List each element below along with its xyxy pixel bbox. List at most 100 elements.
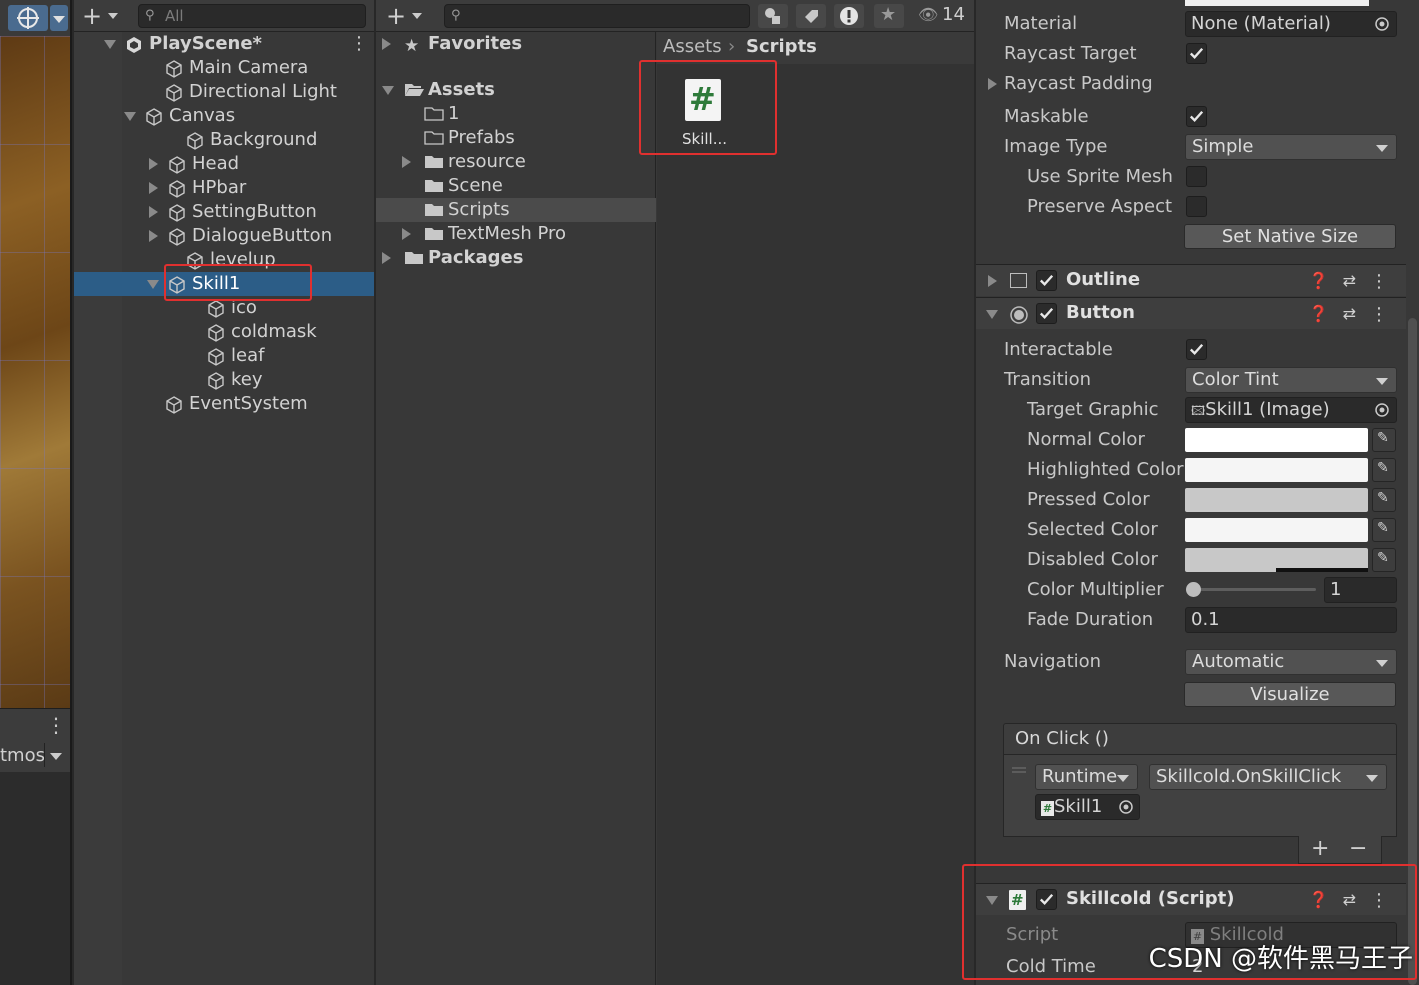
collapse-icon[interactable] [104,40,116,49]
add-object-button[interactable]: + [82,4,102,28]
collapse-icon[interactable] [147,280,159,289]
raycast-target-checkbox[interactable] [1186,43,1207,64]
gizmos-label[interactable]: tmos [0,745,45,766]
hierarchy-item[interactable]: leaf [74,344,374,368]
presets-icon[interactable]: ⇄ [1343,304,1356,325]
remove-event-button[interactable]: − [1349,836,1367,861]
hierarchy-item[interactable]: Head [74,152,374,176]
expand-icon[interactable] [149,206,158,218]
button-component-header[interactable]: Button ❓ ⇄ ⋮ [976,297,1406,329]
drag-handle[interactable] [1012,767,1026,769]
favorites-button[interactable]: ★ [874,4,904,28]
material-field[interactable]: None (Material) [1185,11,1397,37]
scene-view[interactable]: ⋮ tmos [0,0,72,985]
expand-icon[interactable] [149,158,158,170]
hierarchy-item[interactable]: key [74,368,374,392]
object-picker-icon[interactable] [1118,799,1134,815]
hierarchy-item[interactable]: SettingButton [74,200,374,224]
color-field-top[interactable] [1185,0,1369,6]
visualize-button[interactable]: Visualize [1184,682,1396,707]
add-event-button[interactable]: + [1311,836,1329,861]
button-enabled-checkbox[interactable] [1036,303,1057,324]
runtime-dropdown[interactable]: Runtime [1035,764,1138,790]
collapse-icon[interactable] [986,310,998,319]
disabled-color-swatch[interactable] [1185,548,1368,572]
hierarchy-item[interactable]: Background [74,128,374,152]
eyedropper-button[interactable]: ✎ [1372,488,1396,512]
project-tree-item[interactable]: Packages [376,246,656,270]
hierarchy-item[interactable]: Main Camera [74,56,374,80]
transition-dropdown[interactable]: Color Tint [1185,367,1397,393]
expand-icon[interactable] [382,38,391,50]
help-icon[interactable]: ❓ [1309,304,1329,325]
pressed-color-swatch[interactable] [1185,488,1368,512]
image-type-dropdown[interactable]: Simple [1185,134,1397,160]
object-picker-icon[interactable] [1374,402,1390,418]
hidden-packages-toggle[interactable]: 👁 14 [916,4,972,28]
color-multiplier-field[interactable]: 1 [1324,577,1397,603]
project-tree-item[interactable]: Prefabs [376,126,656,150]
color-multiplier-slider[interactable] [1186,582,1316,597]
collapse-icon[interactable] [124,112,136,121]
expand-icon[interactable] [149,230,158,242]
hierarchy-item[interactable]: Canvas [74,104,374,128]
help-icon[interactable]: ❓ [1309,271,1329,292]
more-options-icon[interactable]: ⋮ [1370,304,1388,325]
eyedropper-button[interactable]: ✎ [1372,428,1396,452]
set-native-size-button[interactable]: Set Native Size [1184,224,1396,249]
project-tree-item[interactable]: resource [376,150,656,174]
raycast-padding-label[interactable]: Raycast Padding [1004,73,1153,94]
project-tree-item[interactable]: 1 [376,102,656,126]
object-picker-icon[interactable] [1374,16,1390,32]
hierarchy-item[interactable]: EventSystem [74,392,374,416]
add-dropdown-icon[interactable] [108,13,118,19]
filter-by-type-button[interactable] [758,4,788,28]
interactable-checkbox[interactable] [1186,339,1207,360]
expand-icon[interactable] [382,252,391,264]
hierarchy-item[interactable]: HPbar [74,176,374,200]
maskable-checkbox[interactable] [1186,106,1207,127]
project-search-input[interactable]: ⚲ [444,4,750,28]
selected-color-swatch[interactable] [1185,518,1368,542]
breadcrumb-scripts[interactable]: Scripts [746,36,817,57]
target-graphic-field[interactable]: 🖾Skill1 (Image) [1185,397,1397,423]
eyedropper-button[interactable]: ✎ [1372,458,1396,482]
fade-duration-field[interactable]: 0.1 [1185,607,1397,633]
project-tree-item[interactable]: ★ Favorites [376,32,656,56]
filter-by-label-button[interactable] [796,4,826,28]
gizmos-dropdown-icon[interactable] [50,753,62,760]
transform-tool-button[interactable] [8,5,48,31]
project-tree-item[interactable]: Assets [376,78,656,102]
outline-component-header[interactable]: Outline ❓ ⇄ ⋮ [976,264,1406,296]
eyedropper-button[interactable]: ✎ [1372,548,1396,572]
presets-icon[interactable]: ⇄ [1343,271,1356,292]
tool-dropdown-button[interactable] [50,5,68,31]
eyedropper-button[interactable]: ✎ [1372,518,1396,542]
breadcrumb-assets[interactable]: Assets [663,36,722,57]
hierarchy-item[interactable]: coldmask [74,320,374,344]
warnings-button[interactable] [834,4,864,28]
hierarchy-search-input[interactable]: ⚲ All [138,4,366,28]
project-tree-item[interactable]: Scene [376,174,656,198]
collapse-icon[interactable] [382,86,394,95]
expand-icon[interactable] [402,156,411,168]
navigation-dropdown[interactable]: Automatic [1185,649,1397,675]
slider-handle[interactable] [1186,582,1201,597]
target-object-field[interactable]: # Skill1 [1035,794,1140,820]
create-dropdown-icon[interactable] [412,13,422,19]
hierarchy-item[interactable]: Directional Light [74,80,374,104]
more-options-icon[interactable]: ⋮ [350,32,368,56]
outline-enabled-checkbox[interactable] [1036,270,1057,291]
preserve-aspect-checkbox[interactable] [1186,196,1207,217]
more-options-icon[interactable]: ⋮ [1370,271,1388,292]
create-asset-button[interactable]: + [386,4,406,28]
hierarchy-item[interactable]: PlayScene* ⋮ [74,32,374,56]
raycast-padding-expand-icon[interactable] [988,78,997,90]
normal-color-swatch[interactable] [1185,428,1368,452]
expand-icon[interactable] [402,228,411,240]
expand-icon[interactable] [149,182,158,194]
use-sprite-mesh-checkbox[interactable] [1186,166,1207,187]
more-options-icon[interactable]: ⋮ [46,715,66,735]
project-tree-item[interactable]: TextMesh Pro [376,222,656,246]
expand-icon[interactable] [988,275,997,287]
